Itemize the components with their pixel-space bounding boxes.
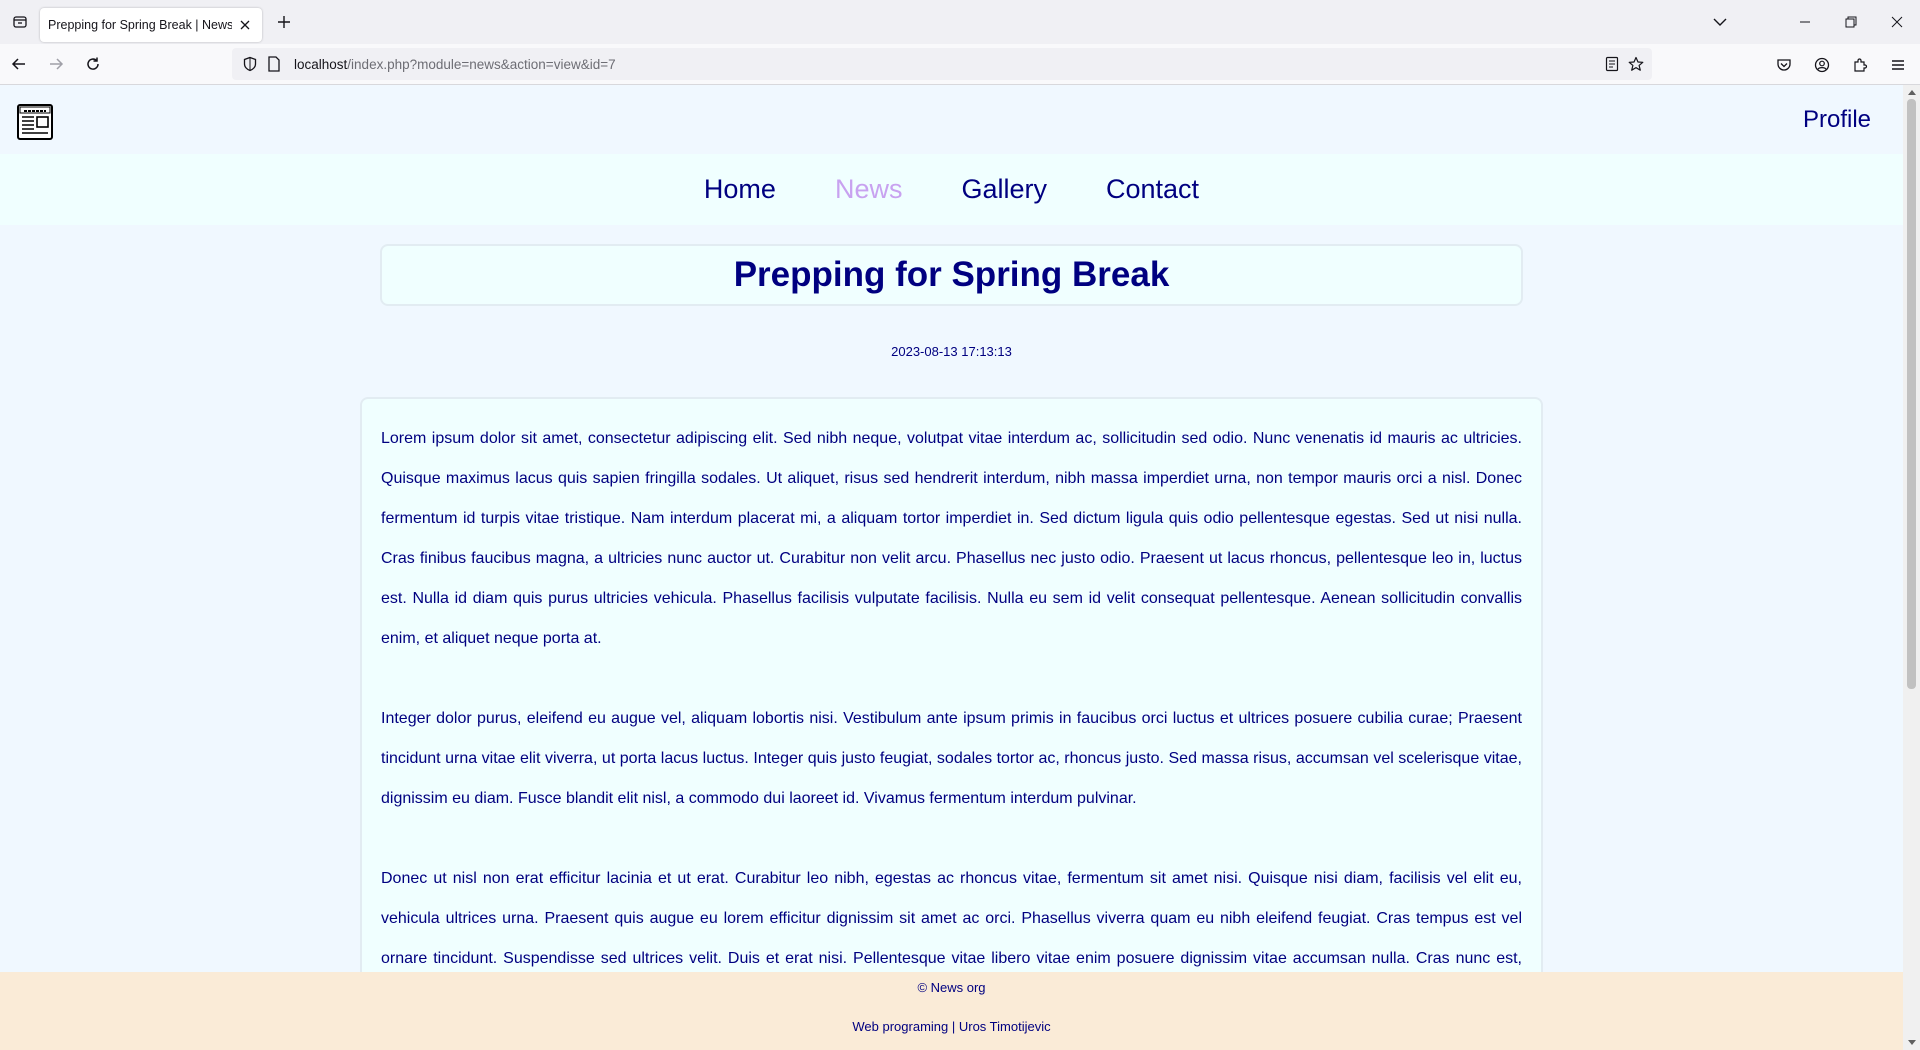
reload-icon — [87, 57, 99, 70]
minimize-button[interactable] — [1782, 0, 1828, 44]
article-body: Lorem ipsum dolor sit amet, consectetur … — [360, 397, 1543, 1050]
account-button[interactable] — [1806, 49, 1838, 81]
shield-icon — [243, 56, 257, 72]
toolbar-right-buttons — [1768, 44, 1914, 85]
pocket-icon — [1777, 58, 1791, 71]
close-icon — [240, 20, 250, 29]
tab-close-button[interactable] — [236, 16, 254, 34]
scroll-up-icon — [1907, 90, 1916, 95]
window-controls — [1782, 0, 1920, 44]
scroll-down-arrow[interactable] — [1903, 1036, 1920, 1050]
browser-tab-active[interactable]: Prepping for Spring Break | News org — [40, 7, 262, 42]
new-tab-button[interactable] — [266, 4, 302, 40]
nav-news-link[interactable]: News — [835, 174, 903, 205]
tab-list-icon — [13, 16, 27, 28]
newspaper-icon — [17, 104, 53, 140]
restore-icon — [1845, 16, 1857, 28]
minimize-icon — [1800, 21, 1810, 23]
forward-arrow-icon — [50, 58, 64, 70]
close-window-button[interactable] — [1874, 0, 1920, 44]
profile-link[interactable]: Profile — [1803, 106, 1871, 134]
pocket-button[interactable] — [1768, 49, 1800, 81]
browser-tab-bar: Prepping for Spring Break | News org — [0, 0, 1920, 44]
browser-toolbar: localhost/index.php?module=news&action=v… — [0, 44, 1920, 85]
back-button[interactable] — [1, 48, 37, 80]
restore-button[interactable] — [1828, 0, 1874, 44]
chevron-down-icon — [1713, 18, 1727, 26]
reader-mode-button[interactable] — [1604, 56, 1620, 72]
nav-home-link[interactable]: Home — [704, 174, 776, 205]
tracking-protection-button[interactable] — [238, 52, 262, 76]
page-scrollbar[interactable] — [1903, 85, 1920, 1050]
url-path: /index.php?module=news&action=view&id=7 — [347, 56, 616, 72]
main-navigation: Home News Gallery Contact — [0, 154, 1903, 225]
forward-button[interactable] — [38, 48, 74, 80]
star-icon — [1628, 56, 1644, 71]
scroll-down-icon — [1907, 1040, 1916, 1045]
url-host: localhost — [294, 56, 348, 72]
footer-credit: Web programing | Uros Timotijevic — [852, 1019, 1051, 1034]
address-bar-actions — [1604, 48, 1644, 80]
scroll-up-arrow[interactable] — [1903, 85, 1920, 99]
reload-button[interactable] — [75, 48, 111, 80]
app-menu-button[interactable] — [1882, 49, 1914, 81]
menu-icon — [1892, 59, 1904, 70]
back-arrow-icon — [11, 58, 25, 70]
site-info-button[interactable] — [262, 52, 286, 76]
plus-icon — [278, 16, 290, 28]
site-header: Profile — [0, 85, 1903, 154]
bookmark-button[interactable] — [1628, 56, 1644, 72]
article-title-box: Prepping for Spring Break — [380, 244, 1523, 306]
page-viewport: Profile Home News Gallery Contact Preppi… — [0, 85, 1903, 1050]
extensions-icon — [1854, 57, 1868, 72]
article-date: 2023-08-13 17:13:13 — [891, 344, 1012, 359]
page-icon — [268, 56, 280, 72]
article-title: Prepping for Spring Break — [733, 255, 1170, 294]
address-bar[interactable]: localhost/index.php?module=news&action=v… — [232, 48, 1652, 80]
reader-mode-icon — [1605, 56, 1619, 72]
site-footer: © News org Web programing | Uros Timotij… — [0, 972, 1903, 1050]
tab-list-button[interactable] — [0, 0, 40, 44]
article-paragraph: Integer dolor purus, eleifend eu augue v… — [381, 710, 1522, 807]
url-text: localhost/index.php?module=news&action=v… — [294, 57, 616, 72]
nav-gallery-link[interactable]: Gallery — [961, 174, 1047, 205]
nav-contact-link[interactable]: Contact — [1106, 174, 1199, 205]
footer-copyright: © News org — [917, 980, 986, 995]
tab-title: Prepping for Spring Break | News org — [48, 17, 232, 32]
close-icon — [1891, 16, 1903, 28]
scrollbar-thumb[interactable] — [1907, 99, 1916, 689]
account-icon — [1814, 57, 1830, 72]
article-paragraph: Lorem ipsum dolor sit amet, consectetur … — [381, 430, 1522, 647]
extensions-button[interactable] — [1844, 49, 1876, 81]
list-all-tabs-button[interactable] — [1700, 0, 1740, 44]
site-logo-link[interactable] — [15, 102, 55, 142]
